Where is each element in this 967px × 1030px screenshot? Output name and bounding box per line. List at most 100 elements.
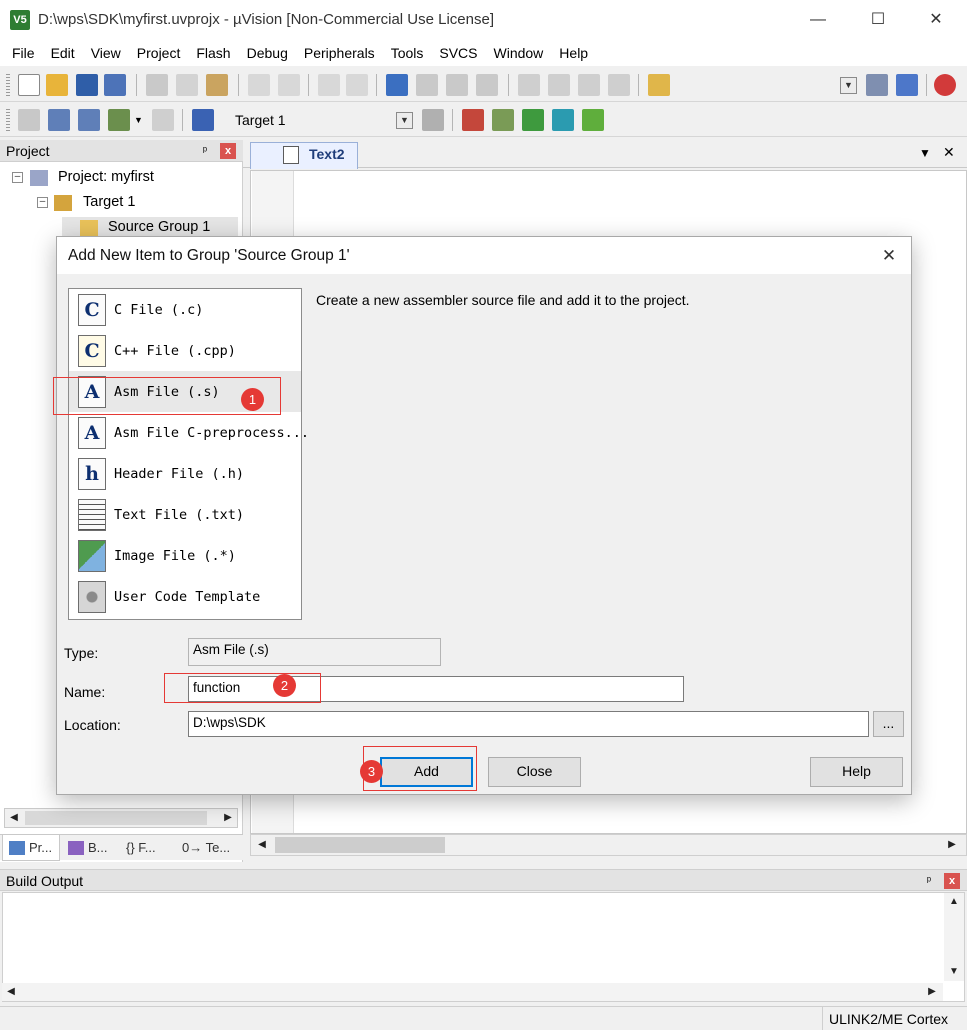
save-all-icon[interactable]	[104, 74, 126, 96]
list-item-label: Asm File C-preprocess...	[114, 425, 310, 441]
translate-icon[interactable]	[18, 109, 40, 131]
close-window-button[interactable]: ✕	[912, 0, 960, 40]
manage-runtime-environment-icon[interactable]	[582, 109, 604, 131]
find-in-files-icon[interactable]	[648, 74, 670, 96]
target-dropdown-icon[interactable]: ▼	[396, 112, 413, 129]
pin-icon[interactable]: ᵖ	[198, 144, 212, 158]
insert-bookmark-icon[interactable]	[386, 74, 408, 96]
location-input[interactable]: D:\wps\SDK	[188, 711, 869, 737]
list-item-text-file[interactable]: Text File (.txt)	[69, 494, 301, 535]
list-item-header-file[interactable]: h Header File (.h)	[69, 453, 301, 494]
editor-horizontal-scrollbar[interactable]: ◀ ▶	[250, 834, 967, 856]
scroll-thumb[interactable]	[275, 837, 445, 853]
list-item-asm-preprocess-file[interactable]: A Asm File C-preprocess...	[69, 412, 309, 453]
toolbar-grip[interactable]	[6, 109, 10, 131]
navigate-back-icon[interactable]	[318, 74, 340, 96]
build-icon[interactable]	[48, 109, 70, 131]
scroll-left-icon[interactable]: ◀	[5, 809, 23, 827]
previous-bookmark-icon[interactable]	[416, 74, 438, 96]
next-bookmark-icon[interactable]	[446, 74, 468, 96]
close-panel-icon[interactable]: x	[220, 143, 236, 159]
minimize-button[interactable]: —	[794, 0, 842, 40]
target-select[interactable]: Target 1	[227, 109, 415, 131]
menu-help[interactable]: Help	[551, 40, 596, 66]
select-packs-icon[interactable]	[522, 109, 544, 131]
batch-build-icon[interactable]	[108, 109, 130, 131]
pack-installer-icon[interactable]	[552, 109, 574, 131]
build-output-vertical-scrollbar[interactable]: ▲ ▼	[944, 893, 964, 981]
uncomment-icon[interactable]	[608, 74, 630, 96]
indent-icon[interactable]	[518, 74, 540, 96]
tree-item-project[interactable]: – Project: myfirst	[0, 167, 240, 189]
collapse-icon[interactable]: –	[12, 172, 23, 183]
copy-icon[interactable]	[176, 74, 198, 96]
menu-file[interactable]: File	[4, 40, 43, 66]
tree-item-target[interactable]: – Target 1	[0, 192, 240, 214]
open-file-icon[interactable]	[46, 74, 68, 96]
tab-list-dropdown-icon[interactable]: ▼	[919, 146, 931, 160]
debug-session-icon[interactable]	[896, 74, 918, 96]
menu-tools[interactable]: Tools	[383, 40, 432, 66]
tab-functions[interactable]: {} F...	[120, 835, 176, 861]
tab-templates[interactable]: 0→ Te...	[178, 835, 240, 861]
scroll-up-icon[interactable]: ▲	[945, 893, 963, 911]
close-tab-icon[interactable]: ✕	[943, 144, 955, 161]
menu-flash[interactable]: Flash	[188, 40, 238, 66]
file-type-list[interactable]: C C File (.c) C C++ File (.cpp) A Asm Fi…	[68, 288, 309, 620]
clear-bookmarks-icon[interactable]	[476, 74, 498, 96]
close-button[interactable]: Close	[488, 757, 581, 787]
list-item-user-code-template[interactable]: User Code Template	[69, 576, 301, 617]
tab-project[interactable]: Pr...	[2, 835, 60, 861]
scroll-left-icon[interactable]: ◀	[253, 836, 271, 854]
comment-icon[interactable]	[578, 74, 600, 96]
rebuild-icon[interactable]	[78, 109, 100, 131]
project-horizontal-scrollbar[interactable]: ◀ ▶	[4, 808, 238, 828]
tab-books[interactable]: B...	[62, 835, 118, 861]
menu-peripherals[interactable]: Peripherals	[296, 40, 383, 66]
manage-project-items-icon[interactable]	[462, 109, 484, 131]
target-options-icon[interactable]	[422, 109, 444, 131]
tree-label-target: Target 1	[83, 194, 136, 210]
list-item-image-file[interactable]: Image File (.*)	[69, 535, 301, 576]
unindent-icon[interactable]	[548, 74, 570, 96]
scroll-down-icon[interactable]: ▼	[945, 963, 963, 981]
batch-build-dropdown-icon[interactable]: ▼	[134, 115, 143, 125]
dialog-close-icon[interactable]: ✕	[877, 245, 901, 267]
scroll-right-icon[interactable]: ▶	[943, 836, 961, 854]
manage-multi-project-icon[interactable]	[492, 109, 514, 131]
collapse-icon[interactable]: –	[37, 197, 48, 208]
help-button[interactable]: Help	[810, 757, 903, 787]
cut-icon[interactable]	[146, 74, 168, 96]
list-item-cpp-file[interactable]: C C++ File (.cpp)	[69, 330, 301, 371]
maximize-button[interactable]: ☐	[854, 0, 902, 40]
find-combo-dropdown-icon[interactable]: ▼	[840, 77, 857, 94]
paste-icon[interactable]	[206, 74, 228, 96]
search-icon[interactable]	[934, 74, 956, 96]
stop-build-icon[interactable]	[152, 109, 174, 131]
menu-window[interactable]: Window	[486, 40, 552, 66]
browse-button[interactable]: ...	[873, 711, 904, 737]
menu-svcs[interactable]: SVCS	[431, 40, 485, 66]
build-output-horizontal-scrollbar[interactable]: ◀ ▶	[2, 983, 943, 1001]
scroll-thumb[interactable]	[25, 811, 207, 825]
add-new-item-dialog: Add New Item to Group 'Source Group 1' ✕…	[56, 236, 912, 795]
list-item-c-file[interactable]: C C File (.c)	[69, 289, 301, 330]
menu-view[interactable]: View	[83, 40, 129, 66]
save-icon[interactable]	[76, 74, 98, 96]
undo-icon[interactable]	[248, 74, 270, 96]
menu-debug[interactable]: Debug	[239, 40, 296, 66]
menu-project[interactable]: Project	[129, 40, 189, 66]
scroll-left-icon[interactable]: ◀	[2, 983, 20, 1001]
menu-edit[interactable]: Edit	[43, 40, 83, 66]
new-file-icon[interactable]	[18, 74, 40, 96]
scroll-right-icon[interactable]: ▶	[219, 809, 237, 827]
download-load-icon[interactable]	[192, 109, 214, 131]
pin-icon[interactable]: ᵖ	[922, 874, 936, 888]
close-panel-icon[interactable]: x	[944, 873, 960, 889]
navigate-forward-icon[interactable]	[346, 74, 368, 96]
tab-text2-label: Text2	[309, 146, 345, 162]
redo-icon[interactable]	[278, 74, 300, 96]
toolbar-grip[interactable]	[6, 74, 10, 96]
scroll-right-icon[interactable]: ▶	[923, 983, 941, 1001]
incremental-find-icon[interactable]	[866, 74, 888, 96]
